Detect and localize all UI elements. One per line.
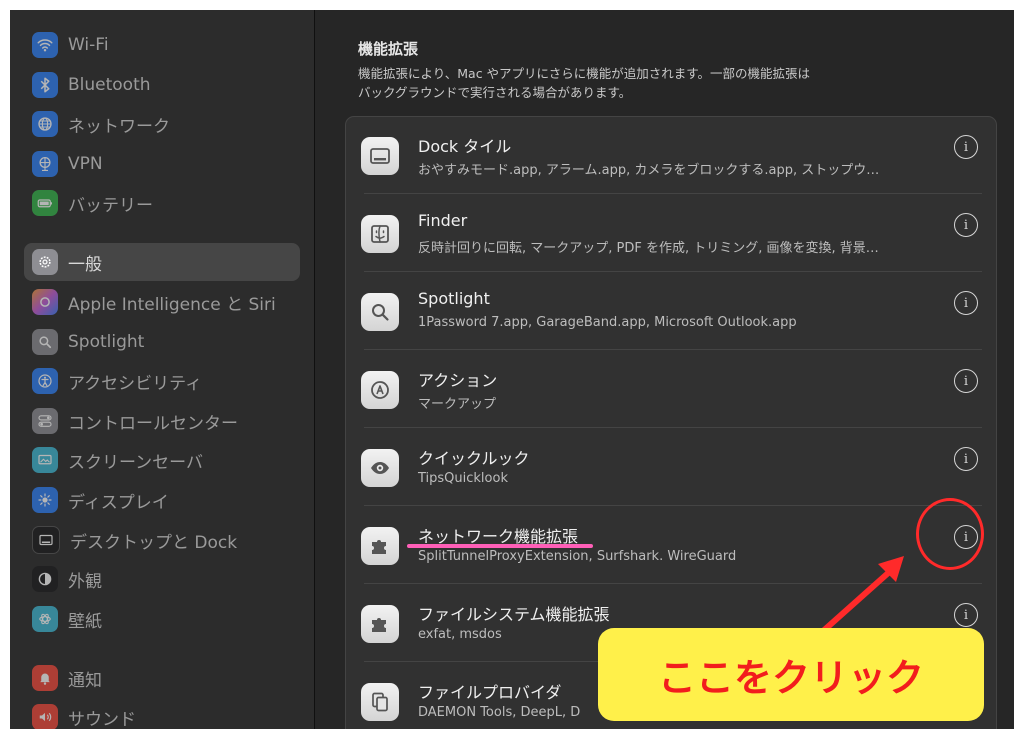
sidebar-item-apple-intelligence-siri[interactable]: Apple Intelligence と Siri — [24, 283, 300, 321]
info-button[interactable]: i — [954, 603, 978, 627]
sidebar-item-label: ネットワーク — [68, 116, 170, 137]
sidebar-item-label: Bluetooth — [68, 75, 151, 95]
click-here-callout: ここをクリック — [598, 628, 984, 721]
extension-title: アクション — [418, 371, 498, 390]
sidebar-item-label: デスクトップと Dock — [70, 532, 238, 553]
sidebar-item-label: Spotlight — [68, 332, 145, 352]
sidebar-item-label: 壁紙 — [68, 611, 102, 632]
sidebar-item-label: コントロールセンター — [68, 413, 238, 434]
extension-subtitle: DAEMON Tools, DeepL, D — [418, 705, 581, 720]
sidebar-item-label: 一般 — [68, 254, 102, 275]
section-description: 機能拡張により、Mac やアプリにさらに機能が追加されます。一部の機能拡張は バ… — [358, 64, 898, 102]
sidebar-item-wifi[interactable]: Wi-Fi — [24, 26, 300, 64]
bluetooth-icon — [32, 72, 58, 98]
sidebar-item-label: サウンド — [68, 709, 136, 729]
extension-subtitle: 1Password 7.app, GarageBand.app, Microso… — [418, 315, 797, 330]
vpn-globe-icon — [32, 151, 58, 177]
globe-icon — [32, 111, 58, 137]
extension-subtitle: TipsQuicklook — [418, 471, 508, 486]
sidebar-item-network[interactable]: ネットワーク — [24, 105, 300, 143]
sidebar-item-label: Wi-Fi — [68, 35, 109, 55]
sidebar-item-sound[interactable]: サウンド — [24, 698, 300, 729]
sidebar-item-vpn[interactable]: VPN — [24, 145, 300, 183]
sidebar-item-battery[interactable]: バッテリー — [24, 184, 300, 222]
sidebar-item-screensaver[interactable]: スクリーンセーバ — [24, 441, 300, 479]
finder-icon — [361, 215, 399, 253]
wifi-icon — [32, 32, 58, 58]
highlight-circle — [916, 498, 984, 570]
sun-icon — [32, 487, 58, 513]
info-button[interactable]: i — [954, 135, 978, 159]
row-divider — [364, 271, 982, 272]
sidebar-item-label: バッテリー — [68, 195, 153, 216]
extension-title: ファイルプロバイダ — [418, 683, 562, 702]
sidebar-item-general[interactable]: 一般 — [24, 243, 300, 281]
puzzle-icon — [361, 527, 399, 565]
accessibility-icon — [32, 368, 58, 394]
sidebar-item-display[interactable]: ディスプレイ — [24, 481, 300, 519]
section-title: 機能拡張 — [358, 40, 419, 58]
extension-row-finder: Finder 反時計回りに回転, マークアップ, PDF を作成, トリミング,… — [346, 195, 996, 272]
info-button[interactable]: i — [954, 369, 978, 393]
spotlight-icon — [361, 293, 399, 331]
screensaver-icon — [32, 447, 58, 473]
extension-row-quick-look: クイックルック TipsQuicklook i — [346, 429, 996, 506]
sidebar-item-label: 通知 — [68, 670, 102, 691]
extension-subtitle: 反時計回りに回転, マークアップ, PDF を作成, トリミング, 画像を変換,… — [418, 241, 879, 256]
magnifier-icon — [32, 329, 58, 355]
sidebar-item-control-center[interactable]: コントロールセンター — [24, 402, 300, 440]
wallpaper-icon — [32, 606, 58, 632]
extension-row-actions: アクション マークアップ i — [346, 351, 996, 428]
extension-title: Dock タイル — [418, 137, 512, 156]
section-description-line: 機能拡張により、Mac やアプリにさらに機能が追加されます。一部の機能拡張は — [358, 66, 811, 81]
info-button[interactable]: i — [954, 447, 978, 471]
extension-subtitle: SplitTunnelProxyExtension, Surfshark. Wi… — [418, 549, 737, 564]
row-divider — [364, 349, 982, 350]
sidebar: Wi-Fi Bluetooth ネットワーク VPN バッテリー 一般 Appl… — [10, 10, 315, 729]
dock-tile-icon — [361, 137, 399, 175]
sidebar-item-label: 外観 — [68, 571, 102, 592]
extension-title: ファイルシステム機能拡張 — [418, 605, 610, 624]
sidebar-item-label: アクセシビリティ — [68, 373, 203, 394]
speaker-icon — [32, 704, 58, 729]
bell-icon — [32, 665, 58, 691]
sidebar-item-bluetooth[interactable]: Bluetooth — [24, 66, 300, 104]
documents-icon — [361, 683, 399, 721]
markup-pen-icon — [361, 371, 399, 409]
extension-title: Finder — [418, 211, 468, 230]
sidebar-item-label: Apple Intelligence と Siri — [68, 294, 276, 315]
extension-title: Spotlight — [418, 289, 490, 308]
info-button[interactable]: i — [954, 213, 978, 237]
sidebar-item-label: ディスプレイ — [68, 492, 169, 513]
puzzle-icon — [361, 605, 399, 643]
sidebar-item-label: VPN — [68, 154, 103, 174]
gear-icon — [32, 249, 58, 275]
sidebar-item-accessibility[interactable]: アクセシビリティ — [24, 362, 300, 400]
row-divider — [364, 427, 982, 428]
extension-title: クイックルック — [418, 449, 530, 468]
sidebar-item-notifications[interactable]: 通知 — [24, 659, 300, 697]
extension-row-spotlight: Spotlight 1Password 7.app, GarageBand.ap… — [346, 273, 996, 350]
appearance-icon — [32, 566, 58, 592]
dock-icon — [32, 526, 60, 554]
extension-subtitle: exfat, msdos — [418, 627, 502, 642]
control-center-icon — [32, 408, 58, 434]
extension-subtitle: マークアップ — [418, 397, 497, 412]
section-description-line: バックグラウンドで実行される場合があります。 — [358, 85, 632, 100]
sidebar-item-wallpaper[interactable]: 壁紙 — [24, 600, 300, 638]
sidebar-item-spotlight[interactable]: Spotlight — [24, 323, 300, 361]
row-divider — [364, 193, 982, 194]
battery-icon — [32, 190, 58, 216]
highlight-underline — [407, 544, 593, 548]
eye-icon — [361, 449, 399, 487]
extension-row-dock-tile: Dock タイル おやすみモード.app, アラーム.app, カメラをブロック… — [346, 117, 996, 194]
extension-subtitle: おやすみモード.app, アラーム.app, カメラをブロックする.app, ス… — [418, 163, 880, 178]
siri-icon — [32, 289, 58, 315]
sidebar-item-appearance[interactable]: 外観 — [24, 560, 300, 598]
info-button[interactable]: i — [954, 291, 978, 315]
row-divider — [364, 505, 982, 506]
sidebar-item-desktop-dock[interactable]: デスクトップと Dock — [24, 521, 300, 559]
sidebar-item-label: スクリーンセーバ — [68, 452, 203, 473]
